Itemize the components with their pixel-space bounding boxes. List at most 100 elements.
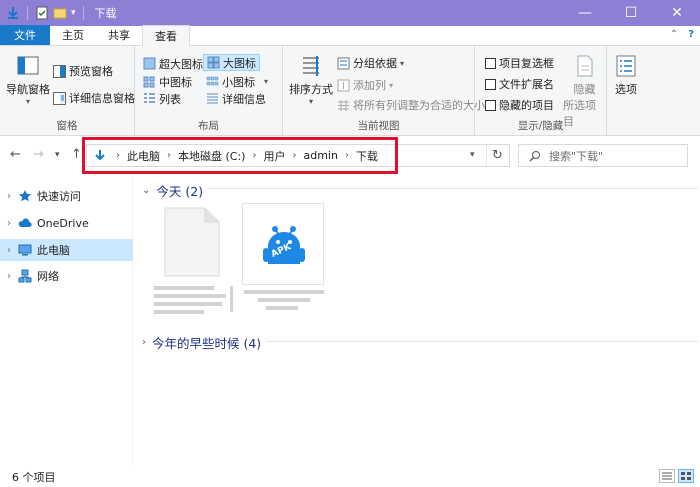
- file-extensions-toggle[interactable]: 文件扩展名: [485, 76, 554, 92]
- options-label: 选项: [615, 83, 637, 96]
- group-title-today: 今天 (2): [156, 184, 204, 199]
- nav-pane-label: 导航窗格: [6, 83, 50, 96]
- layout-extra-large-label: 超大图标: [159, 57, 203, 71]
- expand-chevron-icon[interactable]: ›: [0, 191, 18, 202]
- file-name-redacted: [244, 290, 324, 294]
- layout-medium-label: 中图标: [159, 75, 192, 89]
- preview-pane-icon: [53, 64, 66, 78]
- tab-share[interactable]: 共享: [96, 25, 142, 45]
- expand-chevron-icon[interactable]: ›: [0, 245, 18, 256]
- search-input[interactable]: 搜索"下载": [518, 144, 688, 167]
- layout-extra-large-icons[interactable]: 超大图标: [140, 55, 206, 72]
- layout-details[interactable]: 详细信息: [203, 90, 269, 107]
- qa-separator: [82, 6, 84, 20]
- fit-columns-button[interactable]: 将所有列调整为合适的大小: [337, 97, 485, 113]
- view-switcher: [659, 469, 694, 483]
- layout-medium-icons[interactable]: 中图标: [140, 73, 195, 90]
- download-arrow-icon[interactable]: [6, 6, 20, 20]
- details-pane-icon: [53, 91, 66, 105]
- sort-by-button[interactable]: 排序方式 ▾: [289, 54, 333, 106]
- layout-large-icons[interactable]: 大图标: [203, 54, 260, 71]
- help-icon[interactable]: ?: [688, 29, 694, 40]
- file-item-apk[interactable]: APK: [242, 203, 324, 285]
- file-item-document[interactable]: [164, 207, 220, 277]
- up-arrow-icon[interactable]: ↑: [71, 147, 82, 162]
- chevron-down-icon: ▾: [25, 97, 30, 106]
- ribbon-group-current-view: 排序方式 ▾ 分组依据 ▾ 添加列 ▾ 将所有列调整为合适的大小 当前视图: [283, 46, 485, 136]
- add-column-button[interactable]: 添加列 ▾: [337, 77, 393, 93]
- sort-by-label: 排序方式: [289, 83, 333, 96]
- qa-dropdown-icon[interactable]: ▾: [71, 8, 76, 18]
- collapse-ribbon-icon[interactable]: ⌃: [670, 29, 678, 40]
- status-bar: 6 个项目: [0, 466, 700, 487]
- extra-large-icons-icon: [143, 57, 156, 70]
- properties-icon[interactable]: [35, 6, 49, 20]
- file-list: ⌄ 今天 (2) APK › 今年的早些时候 (4): [134, 176, 700, 466]
- preview-pane-label: 预览窗格: [69, 65, 113, 78]
- back-arrow-icon[interactable]: ←: [10, 147, 21, 162]
- qa-separator: [27, 6, 28, 20]
- cloud-icon: [18, 218, 32, 228]
- chevron-down-icon: ▾: [264, 77, 269, 86]
- group-label-layout: 布局: [198, 120, 219, 132]
- nav-item-label: 此电脑: [37, 244, 70, 257]
- small-icons-icon: [206, 76, 219, 86]
- group-header-today[interactable]: ⌄ 今天 (2): [142, 181, 203, 200]
- fit-columns-label: 将所有列调整为合适的大小: [353, 99, 485, 112]
- group-title-earlier: 今年的早些时候 (4): [152, 336, 262, 351]
- tab-home[interactable]: 主页: [50, 25, 96, 45]
- item-checkboxes-toggle[interactable]: 项目复选框: [485, 55, 554, 71]
- forward-arrow-icon[interactable]: →: [33, 147, 44, 162]
- group-by-button[interactable]: 分组依据 ▾: [337, 55, 404, 71]
- title-bar: ▾ 下载 — ☐ ✕: [0, 0, 700, 26]
- options-icon: [616, 55, 636, 77]
- nav-item-network[interactable]: › 网络: [0, 265, 133, 287]
- expand-chevron-icon[interactable]: ›: [0, 271, 18, 282]
- file-extensions-checkbox[interactable]: [485, 78, 496, 90]
- medium-icons-icon: [143, 76, 155, 88]
- nav-pane-button[interactable]: 导航窗格 ▾: [6, 54, 50, 106]
- add-column-label: 添加列: [353, 79, 386, 92]
- nav-pane-icon: [17, 56, 39, 75]
- address-dropdown-icon[interactable]: ▾: [470, 150, 475, 160]
- hidden-items-checkbox[interactable]: [485, 99, 496, 111]
- layout-small-icons[interactable]: 小图标 ▾: [203, 73, 271, 90]
- close-button[interactable]: ✕: [654, 0, 700, 26]
- hide-icon: [577, 55, 592, 77]
- search-icon: [529, 150, 540, 161]
- minimize-button[interactable]: —: [562, 0, 608, 26]
- tab-view[interactable]: 查看: [142, 25, 190, 46]
- options-button[interactable]: 选项: [614, 54, 638, 97]
- expand-chevron-icon[interactable]: ›: [142, 337, 146, 348]
- expand-chevron-icon[interactable]: ›: [0, 218, 18, 229]
- ribbon: 导航窗格 ▾ 预览窗格 详细信息窗格 窗格 超大图标 大图标 中图标 小图标 ▾…: [0, 46, 700, 136]
- tab-file[interactable]: 文件: [0, 25, 50, 45]
- nav-item-onedrive[interactable]: › OneDrive: [0, 212, 133, 234]
- nav-item-this-pc[interactable]: › 此电脑: [0, 239, 133, 261]
- preview-pane-button[interactable]: 预览窗格: [53, 63, 113, 79]
- network-icon: [18, 269, 32, 283]
- collapse-chevron-icon[interactable]: ⌄: [142, 185, 150, 196]
- file-extensions-label: 文件扩展名: [499, 78, 554, 91]
- ribbon-tabs: 文件 主页 共享 查看 ⌃ ?: [0, 25, 700, 46]
- hidden-items-toggle[interactable]: 隐藏的项目: [485, 97, 554, 113]
- group-header-earlier[interactable]: › 今年的早些时候 (4): [142, 333, 261, 352]
- layout-details-label: 详细信息: [222, 92, 266, 106]
- details-view-icon[interactable]: [659, 469, 675, 483]
- nav-item-label: 网络: [37, 270, 59, 283]
- large-icons-view-icon[interactable]: [678, 469, 694, 483]
- item-checkboxes-checkbox[interactable]: [485, 57, 496, 69]
- item-checkboxes-label: 项目复选框: [499, 57, 554, 70]
- fit-columns-icon: [338, 99, 349, 111]
- nav-item-quick-access[interactable]: › 快速访问: [0, 185, 133, 207]
- file-name-redacted: [154, 286, 214, 290]
- refresh-icon[interactable]: ↻: [486, 145, 508, 165]
- details-pane-button[interactable]: 详细信息窗格: [53, 90, 135, 106]
- hide-label: 隐藏: [573, 83, 596, 96]
- layout-list[interactable]: 列表: [140, 90, 184, 107]
- maximize-button[interactable]: ☐: [608, 0, 654, 26]
- item-count: 6 个项目: [12, 470, 56, 484]
- new-folder-icon[interactable]: [53, 6, 67, 20]
- chevron-down-icon: ▾: [308, 97, 313, 106]
- recent-locations-icon[interactable]: ▾: [55, 150, 60, 160]
